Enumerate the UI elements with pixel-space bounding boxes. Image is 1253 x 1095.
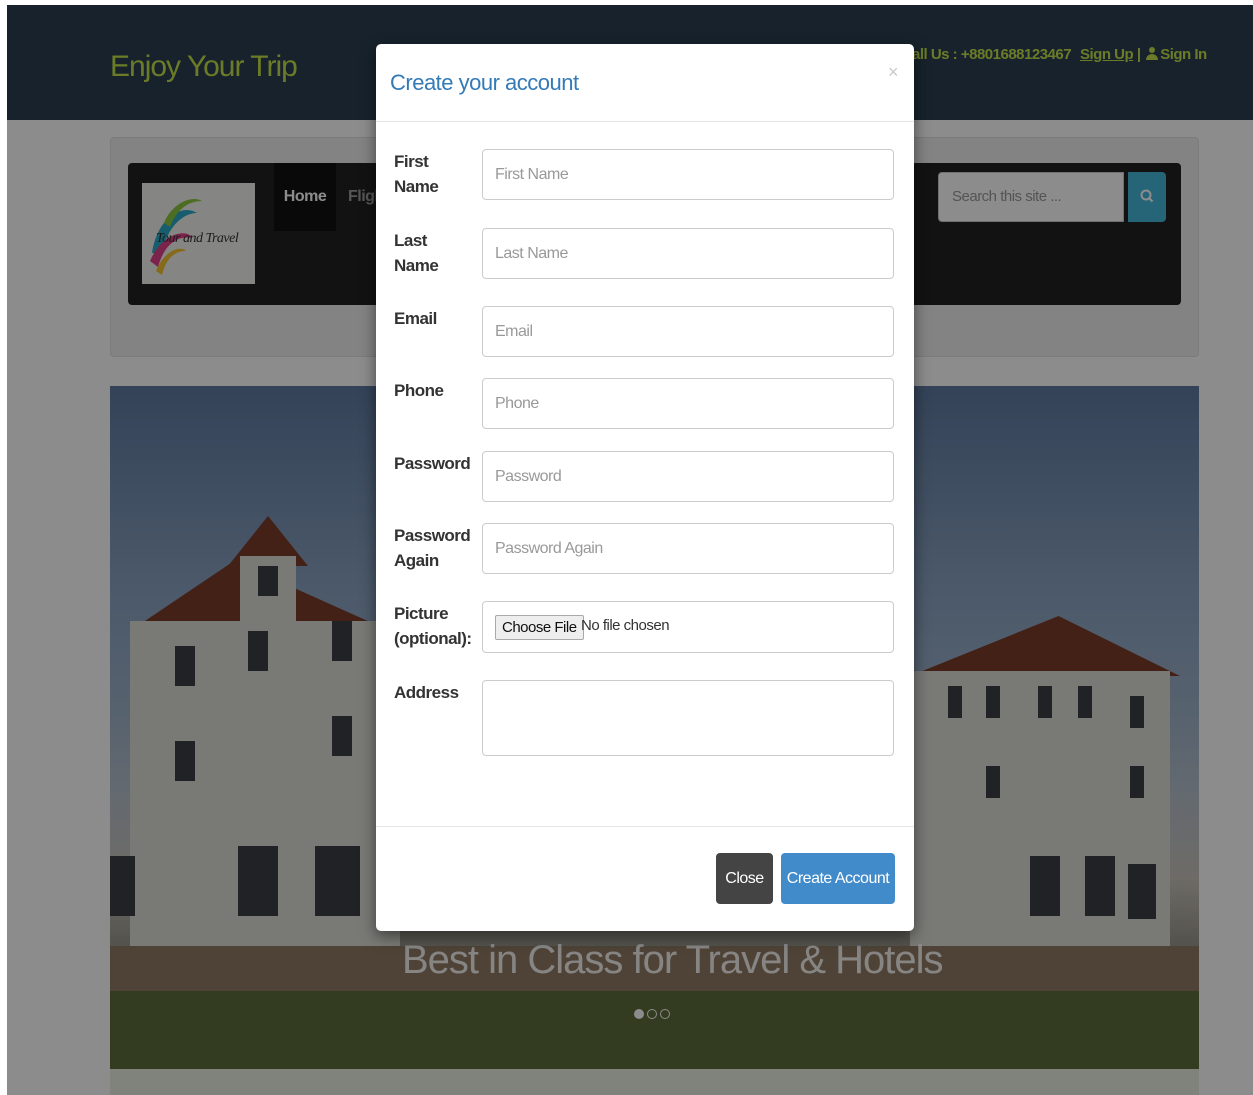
email-input[interactable]: Email bbox=[482, 306, 894, 357]
choose-file-button[interactable]: Choose File bbox=[495, 615, 584, 640]
label-line: Password bbox=[394, 454, 471, 473]
phone-label: Phone bbox=[394, 378, 444, 403]
create-account-modal: Create your account × First Name First N… bbox=[376, 44, 914, 931]
password-again-input[interactable]: Password Again bbox=[482, 523, 894, 574]
picture-file-input: Choose File No file chosen bbox=[482, 601, 894, 653]
password-label: Password bbox=[394, 451, 471, 476]
label-line: Phone bbox=[394, 381, 444, 400]
label-line: Again bbox=[394, 551, 439, 570]
close-icon[interactable]: × bbox=[888, 62, 899, 83]
label-line: Name bbox=[394, 256, 439, 275]
last-name-label: Last Name bbox=[394, 228, 439, 278]
label-line: Name bbox=[394, 177, 439, 196]
modal-title: Create your account bbox=[390, 70, 579, 95]
label-line: Picture bbox=[394, 604, 449, 623]
phone-input[interactable]: Phone bbox=[482, 378, 894, 429]
label-line: (optional): bbox=[394, 629, 472, 648]
label-line: Email bbox=[394, 309, 437, 328]
close-button[interactable]: Close bbox=[716, 853, 773, 904]
label-line: Password bbox=[394, 526, 471, 545]
first-name-input[interactable]: First Name bbox=[482, 149, 894, 200]
label-line: First bbox=[394, 152, 429, 171]
address-label: Address bbox=[394, 680, 459, 705]
label-line: Address bbox=[394, 683, 459, 702]
picture-label: Picture (optional): bbox=[394, 601, 472, 651]
label-line: Last bbox=[394, 231, 427, 250]
modal-footer: Close Create Account bbox=[376, 826, 914, 931]
screen-edge bbox=[0, 0, 7, 1095]
screen-edge bbox=[0, 0, 1253, 5]
password-again-label: Password Again bbox=[394, 523, 471, 573]
create-account-button[interactable]: Create Account bbox=[781, 853, 895, 904]
last-name-input[interactable]: Last Name bbox=[482, 228, 894, 279]
modal-header: Create your account × bbox=[376, 44, 914, 122]
file-status: No file chosen bbox=[581, 617, 670, 634]
email-label: Email bbox=[394, 306, 437, 331]
password-input[interactable]: Password bbox=[482, 451, 894, 502]
address-textarea[interactable] bbox=[482, 680, 894, 756]
first-name-label: First Name bbox=[394, 149, 439, 199]
